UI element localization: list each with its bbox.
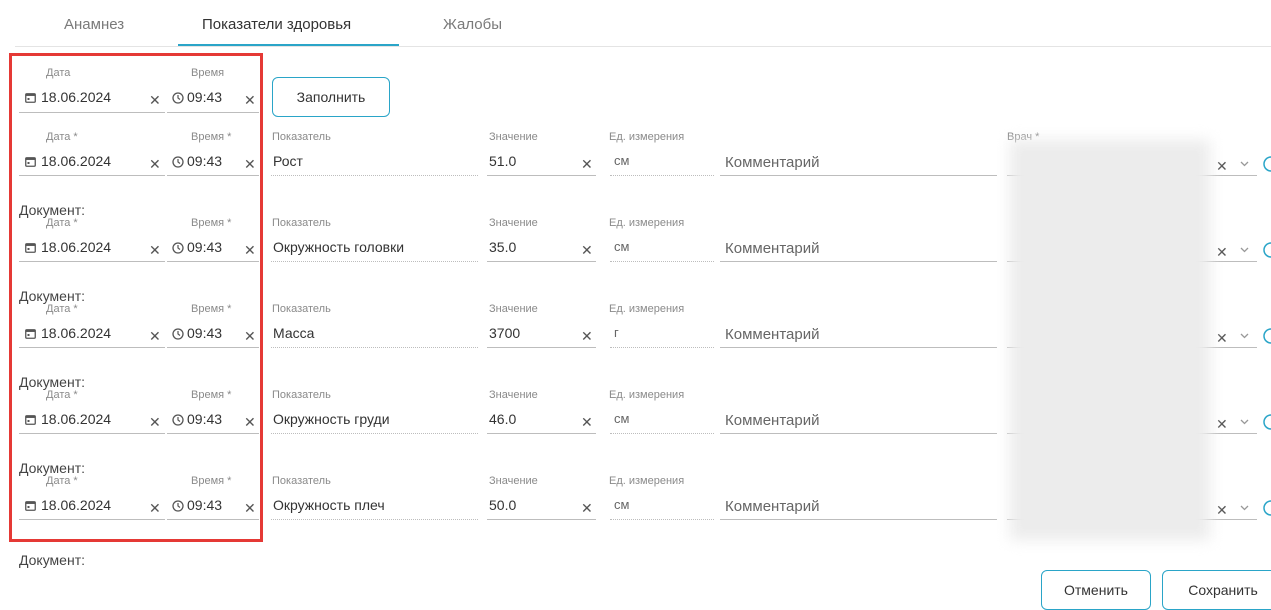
cancel-button[interactable]: Отменить (1041, 570, 1151, 610)
tab-complaints[interactable]: Жалобы (443, 16, 502, 33)
indicator-underline (271, 347, 478, 348)
chevron-down-icon[interactable] (1240, 418, 1249, 425)
unit-underline (610, 261, 714, 262)
clear-icon[interactable]: ✕ (1216, 331, 1228, 345)
clear-icon[interactable]: ✕ (581, 329, 593, 343)
tab-health-indicators[interactable]: Показатели здоровья (202, 16, 351, 33)
clear-icon[interactable]: ✕ (1216, 159, 1228, 173)
circle-icon[interactable] (1263, 156, 1271, 172)
value-input[interactable]: 3700 (489, 325, 520, 341)
value-label: Значение (489, 217, 538, 229)
indicator-underline (271, 261, 478, 262)
comment-underline (720, 433, 997, 434)
unit-value: см (614, 153, 630, 168)
clear-icon[interactable]: ✕ (581, 243, 593, 257)
comment-underline (720, 347, 997, 348)
value-underline (487, 347, 596, 348)
unit-value: г (614, 325, 619, 340)
value-input[interactable]: 51.0 (489, 153, 516, 169)
clear-icon[interactable]: ✕ (1216, 417, 1228, 431)
unit-underline (610, 519, 714, 520)
value-underline (487, 261, 596, 262)
value-underline (487, 433, 596, 434)
clear-icon[interactable]: ✕ (581, 501, 593, 515)
unit-underline (610, 433, 714, 434)
comment-underline (720, 519, 997, 520)
document-label: Документ: (19, 552, 85, 568)
chevron-down-icon[interactable] (1240, 332, 1249, 339)
unit-label: Ед. измерения (609, 389, 685, 401)
chevron-down-icon[interactable] (1240, 504, 1249, 511)
clear-icon[interactable]: ✕ (1216, 245, 1228, 259)
indicator-underline (271, 175, 478, 176)
value-input[interactable]: 35.0 (489, 239, 516, 255)
indicator-value[interactable]: Масса (273, 325, 314, 341)
tab-anamnesis[interactable]: Анамнез (64, 16, 124, 33)
highlight-box (9, 53, 263, 542)
indicator-label: Показатель (272, 389, 331, 401)
unit-label: Ед. измерения (609, 217, 685, 229)
indicator-label: Показатель (272, 131, 331, 143)
value-label: Значение (489, 303, 538, 315)
indicator-value[interactable]: Рост (273, 153, 303, 169)
indicator-value[interactable]: Окружность плеч (273, 497, 385, 513)
unit-value: см (614, 239, 630, 254)
chevron-down-icon[interactable] (1240, 160, 1249, 167)
value-label: Значение (489, 131, 538, 143)
value-label: Значение (489, 475, 538, 487)
circle-icon[interactable] (1263, 500, 1271, 516)
unit-label: Ед. измерения (609, 303, 685, 315)
chevron-down-icon[interactable] (1240, 246, 1249, 253)
value-underline (487, 175, 596, 176)
unit-underline (610, 347, 714, 348)
unit-label: Ед. измерения (609, 475, 685, 487)
unit-underline (610, 175, 714, 176)
comment-underline (720, 261, 997, 262)
doctor-blurred-area (1010, 140, 1210, 540)
save-button[interactable]: Сохранить (1162, 570, 1271, 610)
indicator-underline (271, 519, 478, 520)
comment-underline (720, 175, 997, 176)
unit-value: см (614, 411, 630, 426)
circle-icon[interactable] (1263, 328, 1271, 344)
unit-label: Ед. измерения (609, 131, 685, 143)
indicator-underline (271, 433, 478, 434)
fill-button[interactable]: Заполнить (272, 77, 390, 117)
clear-icon[interactable]: ✕ (581, 157, 593, 171)
indicator-label: Показатель (272, 217, 331, 229)
value-input[interactable]: 46.0 (489, 411, 516, 427)
indicator-label: Показатель (272, 475, 331, 487)
value-underline (487, 519, 596, 520)
circle-icon[interactable] (1263, 242, 1271, 258)
comment-input[interactable]: Комментарий (725, 412, 819, 429)
comment-input[interactable]: Комментарий (725, 498, 819, 515)
unit-value: см (614, 497, 630, 512)
indicator-value[interactable]: Окружность груди (273, 411, 390, 427)
comment-input[interactable]: Комментарий (725, 326, 819, 343)
value-input[interactable]: 50.0 (489, 497, 516, 513)
clear-icon[interactable]: ✕ (581, 415, 593, 429)
comment-input[interactable]: Комментарий (725, 154, 819, 171)
value-label: Значение (489, 389, 538, 401)
comment-input[interactable]: Комментарий (725, 240, 819, 257)
circle-icon[interactable] (1263, 414, 1271, 430)
clear-icon[interactable]: ✕ (1216, 503, 1228, 517)
tab-divider (15, 46, 1271, 47)
indicator-label: Показатель (272, 303, 331, 315)
indicator-value[interactable]: Окружность головки (273, 239, 404, 255)
